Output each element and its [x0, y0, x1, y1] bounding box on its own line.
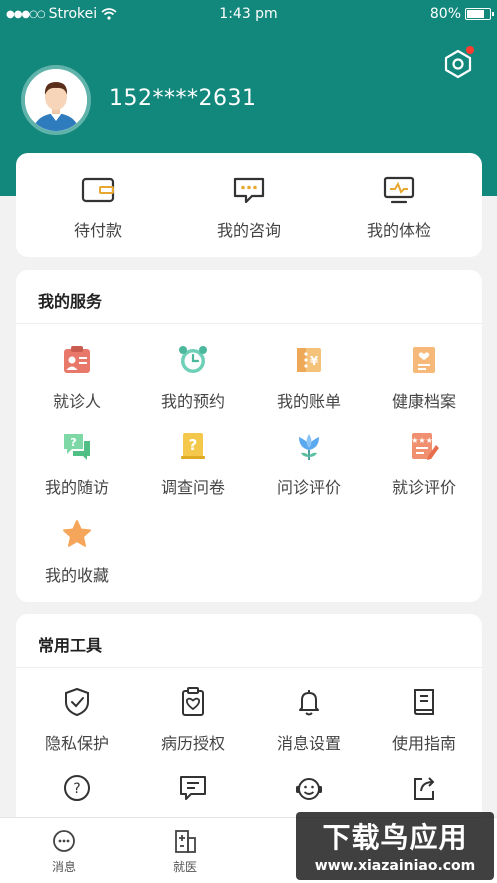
tool-item-label: 消息设置: [276, 734, 341, 753]
tool-item-service[interactable]: [251, 772, 367, 804]
shield-icon: [65, 687, 89, 717]
svg-text:?: ?: [73, 781, 80, 797]
notification-dot: [466, 46, 474, 54]
tool-item-privacy[interactable]: 隐私保护: [19, 686, 135, 754]
quick-item-label: 我的体检: [366, 221, 431, 240]
service-item-label: 我的账单: [276, 392, 341, 411]
tab-medical[interactable]: 就医: [135, 828, 235, 875]
quick-item-pending-payment[interactable]: 待付款: [38, 175, 158, 241]
svg-text:?: ?: [70, 436, 76, 449]
service-item-questionnaire[interactable]: ? 调查问卷: [135, 430, 251, 498]
tools-title: 常用工具: [38, 636, 103, 655]
tool-item-help[interactable]: ?: [19, 772, 135, 804]
alarm-clock-icon: [179, 346, 207, 373]
service-item-favorites[interactable]: 我的收藏: [19, 518, 135, 586]
service-item-label: 我的收藏: [44, 566, 109, 585]
status-time: 1:43 pm: [219, 6, 278, 22]
bill-icon: ¥: [297, 348, 321, 372]
service-item-consult-review[interactable]: 问诊评价: [251, 430, 367, 498]
wallet-icon: [81, 177, 115, 203]
tool-item-label: 隐私保护: [44, 734, 109, 753]
share-icon: [414, 777, 435, 800]
watermark: 下载鸟应用 www.xiazainiao.com: [296, 812, 494, 880]
book-icon: [414, 689, 434, 715]
tool-item-user-guide[interactable]: 使用指南: [366, 686, 482, 754]
tool-item-label: 使用指南: [391, 734, 456, 753]
avatar[interactable]: [21, 65, 91, 135]
service-item-label: 我的预约: [160, 392, 225, 411]
svg-text:★★★: ★★★: [411, 436, 433, 445]
quick-actions-card: 待付款 我的咨询 我的体检: [16, 153, 482, 257]
service-item-label: 我的随访: [44, 478, 109, 497]
settings-button[interactable]: [440, 46, 476, 82]
service-icon: [296, 778, 322, 800]
services-title: 我的服务: [38, 292, 103, 311]
battery-percent: 80%: [429, 6, 461, 22]
watermark-line2: www.xiazainiao.com: [314, 858, 476, 874]
chat-icon: [233, 177, 265, 204]
service-item-label: 就诊评价: [391, 478, 456, 497]
bell-icon: [299, 690, 319, 716]
health-record-icon: [413, 347, 435, 373]
star-icon: [63, 520, 91, 547]
section-divider: [16, 323, 482, 324]
follow-up-icon: ?: [64, 434, 90, 460]
tulip-icon: [299, 434, 319, 460]
service-item-label: 就诊人: [52, 392, 101, 411]
my-services-card: 我的服务 就诊人 我的预约 ¥ 我的账单 健康档案 ? 我的随访 ? 调查问卷 …: [16, 270, 482, 602]
section-divider: [16, 667, 482, 668]
service-item-patients[interactable]: 就诊人: [19, 344, 135, 412]
quick-item-label: 我的咨询: [216, 221, 281, 240]
svg-text:?: ?: [189, 436, 198, 454]
review-icon: ★★★: [411, 433, 439, 460]
tab-messages[interactable]: 消息: [14, 828, 114, 875]
status-bar: ●●●○○ Strokei 1:43 pm 80%: [0, 0, 497, 28]
service-item-appointments[interactable]: 我的预约: [135, 344, 251, 412]
tool-item-message-settings[interactable]: 消息设置: [251, 686, 367, 754]
service-item-label: 问诊评价: [276, 478, 341, 497]
tab-label: 消息: [51, 860, 76, 874]
service-item-follow-up[interactable]: ? 我的随访: [19, 430, 135, 498]
tool-item-share[interactable]: [366, 772, 482, 804]
tool-item-label: 病历授权: [160, 734, 225, 753]
message-icon: [53, 830, 75, 852]
monitor-icon: [383, 176, 415, 204]
service-item-health-records[interactable]: 健康档案: [366, 344, 482, 412]
hospital-icon: [175, 830, 196, 853]
quick-item-consultation[interactable]: 我的咨询: [189, 175, 309, 241]
tool-item-record-auth[interactable]: 病历授权: [135, 686, 251, 754]
patient-card-icon: [64, 346, 90, 373]
service-item-label: 健康档案: [391, 392, 456, 411]
help-icon: ?: [64, 775, 90, 801]
service-item-visit-review[interactable]: ★★★ 就诊评价: [366, 430, 482, 498]
feedback-icon: [180, 776, 206, 800]
quick-item-checkup[interactable]: 我的体检: [339, 175, 459, 241]
svg-text:¥: ¥: [310, 354, 319, 368]
quick-item-label: 待付款: [73, 221, 122, 240]
clipboard-heart-icon: [182, 687, 204, 716]
service-item-label: 调查问卷: [160, 478, 225, 497]
tool-item-feedback[interactable]: [135, 772, 251, 804]
watermark-line1: 下载鸟应用: [322, 821, 468, 854]
user-phone: 152****2631: [109, 86, 257, 111]
service-item-bills[interactable]: ¥ 我的账单: [251, 344, 367, 412]
battery-icon: [465, 8, 494, 20]
tab-label: 就医: [172, 860, 197, 874]
user-avatar-icon: [25, 69, 87, 131]
questionnaire-icon: ?: [181, 433, 205, 459]
